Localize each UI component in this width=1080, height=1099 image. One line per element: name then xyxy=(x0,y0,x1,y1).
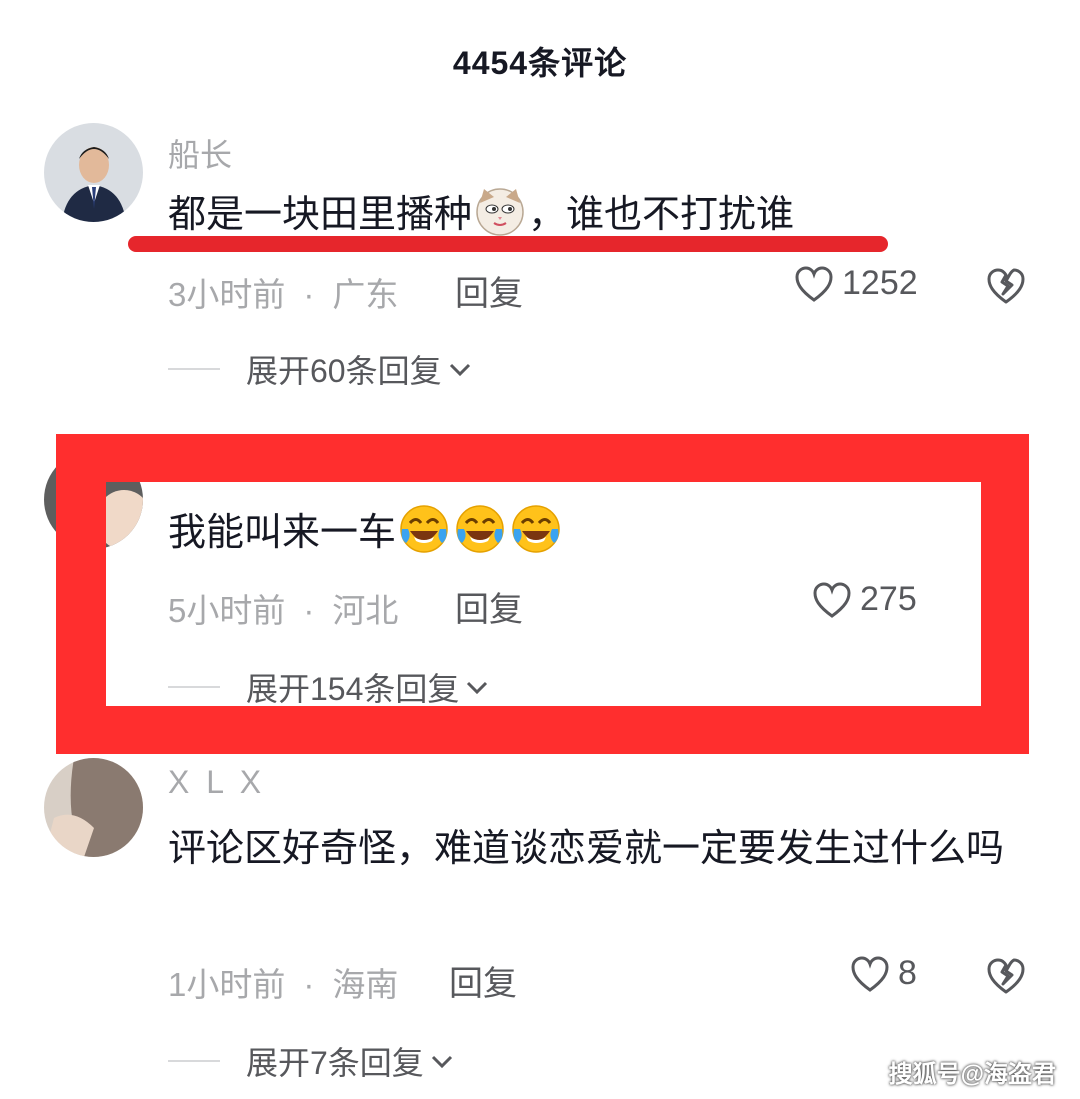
meta-separator: · xyxy=(303,966,315,1003)
avatar-photo-icon xyxy=(44,123,143,222)
expand-replies-button[interactable]: 展开154条回复 xyxy=(168,664,491,710)
comment-text-part: ，谁也不打扰谁 xyxy=(528,194,795,236)
meta-separator: · xyxy=(303,592,315,629)
avatar-photo-icon xyxy=(44,758,143,857)
comment-location: 河北 xyxy=(332,592,399,629)
comment-time: 1小时前 xyxy=(168,966,286,1003)
comment-meta: 3小时前 · 广东 xyxy=(168,268,398,316)
chevron-down-icon xyxy=(431,1055,452,1069)
expand-replies-label: 展开154条回复 xyxy=(246,671,460,707)
divider-line xyxy=(168,368,220,370)
divider-line xyxy=(168,1060,220,1062)
expand-replies-button[interactable]: 展开60条回复 xyxy=(168,346,474,392)
expand-replies-button[interactable]: 展开7条回复 xyxy=(168,1038,456,1084)
reply-button[interactable]: 回复 xyxy=(455,582,523,631)
like-button[interactable]: 275 xyxy=(812,580,917,619)
cat-emoji-icon xyxy=(476,188,524,236)
like-count: 8 xyxy=(898,954,917,992)
dislike-broken-heart-icon[interactable] xyxy=(986,266,1026,306)
comment-text: 评论区好奇怪，难道谈恋爱就一定要发生过什么吗 xyxy=(168,828,1005,870)
dislike-broken-heart-icon[interactable] xyxy=(986,956,1026,996)
comment-meta: 5小时前 · 河北 xyxy=(168,584,398,632)
comment-text: 我能叫来一车 xyxy=(168,500,1048,566)
laugh-cry-emoji-icon xyxy=(400,505,448,553)
username[interactable]: 船长 xyxy=(168,130,232,176)
laugh-cry-emoji-icon xyxy=(456,505,504,553)
expand-replies-label: 展开7条回复 xyxy=(246,1045,424,1081)
chevron-down-icon xyxy=(449,363,470,377)
divider-line xyxy=(168,686,220,688)
like-button[interactable]: 8 xyxy=(850,954,917,993)
like-button[interactable]: 1252 xyxy=(794,264,918,303)
watermark: 搜狐号@海盗君 xyxy=(888,1061,1056,1088)
heart-outline-icon xyxy=(813,581,851,618)
meta-separator: · xyxy=(303,276,315,313)
comment-time: 3小时前 xyxy=(168,276,286,313)
comment-text-part: 都是一块田里播种 xyxy=(168,194,473,236)
avatar[interactable] xyxy=(44,758,143,857)
comment-time: 5小时前 xyxy=(168,592,286,629)
username[interactable]: X L X xyxy=(168,764,265,801)
comment-meta: 1小时前 · 海南 xyxy=(168,958,398,1006)
like-count: 1252 xyxy=(842,264,918,302)
comment-location: 海南 xyxy=(332,966,399,1003)
highlight-underline xyxy=(128,236,888,252)
comment-location: 广东 xyxy=(332,276,399,313)
reply-button[interactable]: 回复 xyxy=(449,956,517,1005)
heart-outline-icon xyxy=(851,955,889,992)
avatar[interactable] xyxy=(44,123,143,222)
comment-text-part: 我能叫来一车 xyxy=(168,512,397,554)
like-count: 275 xyxy=(860,580,917,618)
laugh-cry-emoji-icon xyxy=(512,505,560,553)
chevron-down-icon xyxy=(467,681,488,695)
reply-button[interactable]: 回复 xyxy=(455,266,523,315)
expand-replies-label: 展开60条回复 xyxy=(246,353,442,389)
comments-count-title: 4454条评论 xyxy=(452,45,628,81)
heart-outline-icon xyxy=(795,265,833,302)
